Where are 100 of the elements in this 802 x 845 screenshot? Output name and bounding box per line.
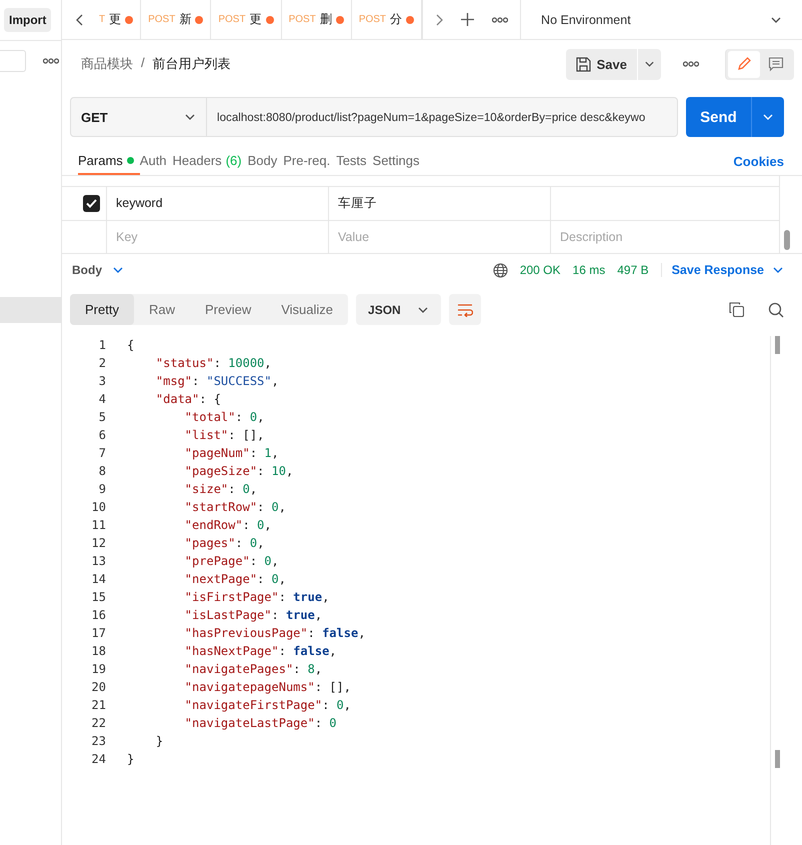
- request-title: 前台用户列表: [152, 55, 231, 73]
- cookies-link[interactable]: Cookies: [733, 147, 784, 175]
- code-line: "navigatepageNums": [],: [184, 679, 351, 696]
- line-number: 8: [98, 463, 107, 480]
- code-line: "status": 10000,: [154, 355, 272, 372]
- code-line: "nextPage": 0,: [184, 571, 286, 588]
- edit-toggle[interactable]: [728, 50, 760, 78]
- response-body-dropdown[interactable]: Body: [72, 263, 124, 277]
- code-line: "total": 0,: [184, 409, 264, 426]
- line-number: 4: [98, 391, 107, 408]
- more-icon: [492, 16, 508, 22]
- request-tab[interactable]: POST 分: [352, 0, 422, 39]
- code-line: "startRow": 0,: [184, 499, 286, 516]
- code-line: "msg": "SUCCESS",: [154, 373, 279, 390]
- line-number: 23: [90, 733, 107, 750]
- code-line: "navigateLastPage": 0: [184, 715, 337, 732]
- request-section-tab[interactable]: Auth: [140, 147, 173, 175]
- request-section-tab[interactable]: Settings: [372, 147, 426, 175]
- code-line: "list": [],: [184, 427, 264, 444]
- request-tab[interactable]: POST 更: [211, 0, 282, 39]
- line-number: 12: [90, 535, 107, 552]
- code-line: "isLastPage": true,: [184, 607, 322, 624]
- method-label: POST: [218, 14, 246, 25]
- code-line: "hasPreviousPage": false,: [184, 625, 366, 642]
- method-label: T: [99, 14, 106, 25]
- line-number: 11: [90, 517, 107, 534]
- line-number: 20: [90, 679, 107, 696]
- code-line: "pages": 0,: [184, 535, 264, 552]
- response-time: 16 ms: [572, 263, 606, 277]
- request-section-tab[interactable]: Headers (6): [172, 147, 248, 175]
- line-number: 13: [90, 553, 107, 570]
- code-line: "hasNextPage": false,: [184, 643, 337, 660]
- request-tab[interactable]: POST 删: [282, 0, 352, 39]
- line-number: 22: [90, 715, 107, 732]
- plus-icon: [461, 13, 474, 26]
- code-line: "data": {: [154, 391, 221, 408]
- format-dropdown[interactable]: JSON: [356, 294, 441, 325]
- line-number: 14: [90, 571, 107, 588]
- more-icon: [683, 61, 699, 67]
- line-number: 18: [90, 643, 107, 660]
- request-section-tab[interactable]: Params: [78, 147, 140, 175]
- line-number: 10: [90, 499, 107, 516]
- code-line: "navigateFirstPage": 0,: [184, 697, 351, 714]
- code-line: "endRow": 0,: [184, 517, 272, 534]
- scrollbar-marker: [775, 336, 780, 354]
- pencil-icon: [736, 56, 752, 72]
- save-icon: [576, 56, 591, 72]
- wrap-lines-icon: [456, 302, 473, 316]
- environment-dropdown[interactable]: No Environment: [520, 0, 802, 39]
- line-number: 1: [98, 337, 107, 354]
- line-number: 6: [98, 427, 107, 444]
- request-section-tab[interactable]: Pre-req.: [283, 147, 336, 175]
- tab-title: 删: [320, 11, 332, 28]
- save-options-button[interactable]: [637, 48, 661, 80]
- line-number: 5: [98, 409, 107, 426]
- view-tab[interactable]: Pretty: [70, 294, 134, 325]
- code-line: "size": 0,: [184, 481, 258, 498]
- checkmark-icon: [86, 198, 96, 208]
- line-number: 24: [90, 751, 107, 768]
- line-number: 16: [90, 607, 107, 624]
- method-label: POST: [288, 14, 316, 25]
- search-icon: [768, 302, 784, 318]
- line-number: 19: [90, 661, 107, 678]
- breadcrumb-separator: /: [141, 55, 145, 72]
- code-line: }: [127, 751, 134, 768]
- view-tab[interactable]: Preview: [190, 294, 266, 325]
- method-label: POST: [148, 14, 176, 25]
- tab-title: 分: [390, 11, 402, 28]
- request-tab[interactable]: POST 新: [141, 0, 212, 39]
- checkbox[interactable]: [82, 194, 100, 212]
- save-button[interactable]: Save: [566, 48, 637, 80]
- code-line: "isFirstPage": true,: [184, 589, 330, 606]
- line-number: 21: [90, 697, 107, 714]
- breadcrumb-link[interactable]: 商品模块: [81, 55, 133, 73]
- scrollbar-thumb[interactable]: [784, 230, 790, 250]
- line-number: 7: [98, 445, 107, 462]
- view-tab[interactable]: Visualize: [266, 294, 348, 325]
- comment-icon: [768, 56, 784, 72]
- import-button[interactable]: Import: [4, 8, 52, 32]
- search-field[interactable]: [0, 50, 26, 72]
- globe-icon: [492, 262, 508, 278]
- param-key[interactable]: keyword: [106, 187, 328, 220]
- param-value[interactable]: 车厘子: [328, 187, 550, 220]
- code-line: "prePage": 0,: [184, 553, 279, 570]
- wrap-lines-button[interactable]: [448, 294, 481, 325]
- save-response-dropdown[interactable]: Save Response: [660, 263, 784, 277]
- more-icon: [43, 58, 59, 64]
- line-number: 3: [98, 373, 107, 390]
- tab-title: 新: [179, 11, 192, 28]
- copy-icon: [729, 302, 744, 317]
- tab-title: 更: [250, 11, 262, 28]
- view-tab[interactable]: Raw: [134, 294, 190, 325]
- request-tab[interactable]: T 更: [92, 0, 142, 39]
- request-section-tab[interactable]: Body: [248, 147, 284, 175]
- line-number: 17: [90, 625, 107, 642]
- response-size: 497 B: [617, 263, 649, 277]
- method-label: POST: [358, 14, 386, 25]
- scrollbar-marker: [775, 750, 780, 768]
- code-line: "pageSize": 10,: [184, 463, 294, 480]
- request-section-tab[interactable]: Tests: [336, 147, 373, 175]
